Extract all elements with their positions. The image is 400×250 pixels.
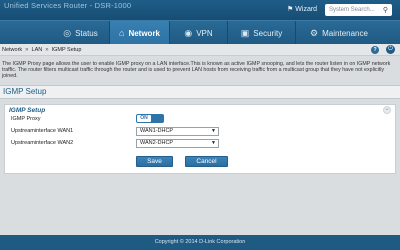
breadcrumb: Network » LAN » IGMP Setup ? ⏻ [0,44,400,56]
system-search-input[interactable]: System Search... ⚲ [325,4,392,16]
wan2-select[interactable]: WAN2-DHCP ▼ [136,139,219,148]
logout-icon[interactable]: ⏻ [386,45,395,54]
cancel-button[interactable]: Cancel [185,156,228,167]
collapse-icon[interactable]: − [383,106,391,114]
maintenance-icon: ⚙ [310,27,319,38]
network-icon: ⌂ [119,28,125,38]
wizard-icon: ⚑ [287,6,294,13]
tab-vpn-label: VPN [196,28,213,38]
chevron-down-icon: ▼ [211,140,216,146]
panel-title: IGMP Setup [9,107,46,114]
igmp-proxy-toggle[interactable]: ON [136,114,164,123]
tab-status-label: Status [75,28,98,38]
product-name: Unified Services Router - DSR-1000 [4,1,132,10]
main-nav: ◎ Status ⌂ Network ◉ VPN ▣ Security ⚙ Ma… [0,20,400,45]
chevron-down-icon: ▼ [211,128,216,134]
vpn-icon: ◉ [184,27,193,38]
wan2-value: WAN2-DHCP [140,140,174,146]
tab-security[interactable]: ▣ Security [228,21,296,45]
breadcrumb-igmp-setup: IGMP Setup [51,46,82,53]
breadcrumb-separator: » [45,46,49,53]
wan1-label: Upstreaminterface WAN1 [11,128,74,134]
tab-network[interactable]: ⌂ Network [110,21,170,45]
page-description: The IGMP Proxy page allows the user to e… [2,61,391,80]
tab-status[interactable]: ◎ Status [52,21,110,45]
breadcrumb-separator: » [25,46,29,53]
search-placeholder: System Search... [329,7,375,13]
tab-network-label: Network [128,28,160,38]
toggle-state: ON [137,115,151,122]
igmp-setup-panel: IGMP Setup − IGMP Proxy ON Upstreaminter… [4,104,396,174]
breadcrumb-network[interactable]: Network [2,47,22,53]
status-icon: ◎ [63,27,72,38]
wan2-label: Upstreaminterface WAN2 [11,140,74,146]
search-icon[interactable]: ⚲ [383,6,388,14]
breadcrumb-lan[interactable]: LAN [32,47,43,53]
section-title: IGMP Setup [0,85,400,99]
top-bar: Unified Services Router - DSR-1000 ⚑ Wiz… [0,0,400,20]
tab-maintenance-label: Maintenance [322,28,368,38]
wan1-value: WAN1-DHCP [140,128,174,134]
wan1-select[interactable]: WAN1-DHCP ▼ [136,127,219,136]
save-button[interactable]: Save [136,156,173,167]
tab-security-label: Security [253,28,283,38]
wizard-label: Wizard [295,5,318,13]
security-icon: ▣ [240,27,250,38]
igmp-proxy-label: IGMP Proxy [11,116,41,122]
help-icon[interactable]: ? [371,46,379,54]
tab-maintenance[interactable]: ⚙ Maintenance [296,21,382,45]
wizard-button[interactable]: ⚑ Wizard [287,5,318,14]
tab-vpn[interactable]: ◉ VPN [170,21,228,45]
footer-copyright: Copyright © 2014 D-Link Corporation [0,235,400,250]
